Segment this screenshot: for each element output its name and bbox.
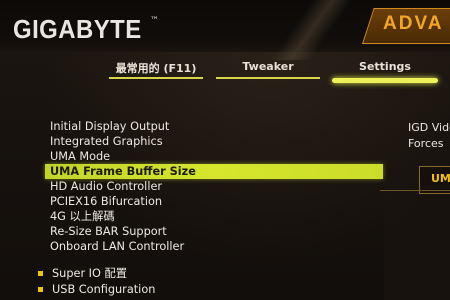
menu-item-pciex16-bifurcation[interactable]: PCIEX16 Bifurcation — [49, 194, 389, 209]
menu-item-uma-mode[interactable]: UMA Mode — [49, 149, 389, 164]
menu-item-onboard-lan-controller[interactable]: Onboard LAN Controller — [49, 239, 389, 254]
menu-item-label: PCIEX16 Bifurcation — [50, 195, 163, 208]
brand-logo: GIGABYTE — [13, 14, 142, 44]
help-text-line: Forces — [408, 137, 444, 150]
tab-settings[interactable]: Settings — [332, 60, 438, 83]
submenu-super-io[interactable]: Super IO 配置 — [38, 266, 127, 282]
submenu-usb-configuration[interactable]: USB Configuration — [38, 282, 155, 298]
bullet-icon — [38, 286, 43, 292]
tab-active-underline — [332, 78, 438, 83]
menu-item-hd-audio-controller[interactable]: HD Audio Controller — [49, 179, 389, 194]
menu-item-label: UMA Mode — [50, 150, 111, 163]
tab-tweaker-label: Tweaker — [242, 60, 294, 73]
help-text-line: IGD Vide — [408, 121, 450, 134]
submenu-label: USB Configuration — [52, 283, 156, 296]
bios-screen: GIGABYTE ™ ADVA 最常用的 (F11) Tweaker Setti… — [0, 0, 450, 300]
help-panel-divider — [380, 190, 450, 191]
tab-favorites-label: 最常用的 (F11) — [115, 62, 197, 75]
menu-item-initial-display-output[interactable]: Initial Display Output — [49, 119, 389, 134]
tab-underline — [109, 77, 203, 79]
tab-settings-label: Settings — [359, 60, 411, 73]
submenu-label: Super IO 配置 — [52, 267, 128, 280]
tab-favorites[interactable]: 最常用的 (F11) — [109, 60, 203, 79]
tab-tweaker[interactable]: Tweaker — [216, 60, 320, 79]
menu-item-integrated-graphics[interactable]: Integrated Graphics — [49, 134, 389, 149]
menu-item-label: 4G 以上解碼 — [50, 210, 115, 223]
menu-item-uma-frame-buffer-size[interactable]: UMA Frame Buffer Size — [45, 164, 383, 179]
advanced-mode-label: ADVA — [383, 13, 444, 34]
menu-item-label: HD Audio Controller — [50, 180, 163, 193]
menu-item-resize-bar-support[interactable]: Re-Size BAR Support — [49, 224, 389, 239]
settings-menu: Initial Display Output Integrated Graphi… — [45, 119, 389, 254]
menu-item-label: Integrated Graphics — [50, 135, 163, 148]
menu-item-label: Re-Size BAR Support — [50, 225, 167, 238]
trademark-symbol: ™ — [150, 16, 159, 26]
menu-item-label: Initial Display Output — [50, 120, 170, 133]
tab-underline — [216, 77, 320, 79]
menu-item-label: Onboard LAN Controller — [50, 240, 185, 253]
bullet-icon — [38, 270, 43, 276]
menu-item-label: UMA Frame Buffer Size — [50, 165, 196, 178]
menu-item-above-4g-decoding[interactable]: 4G 以上解碼 — [49, 209, 389, 224]
option-box-label: UMA — [431, 172, 450, 185]
